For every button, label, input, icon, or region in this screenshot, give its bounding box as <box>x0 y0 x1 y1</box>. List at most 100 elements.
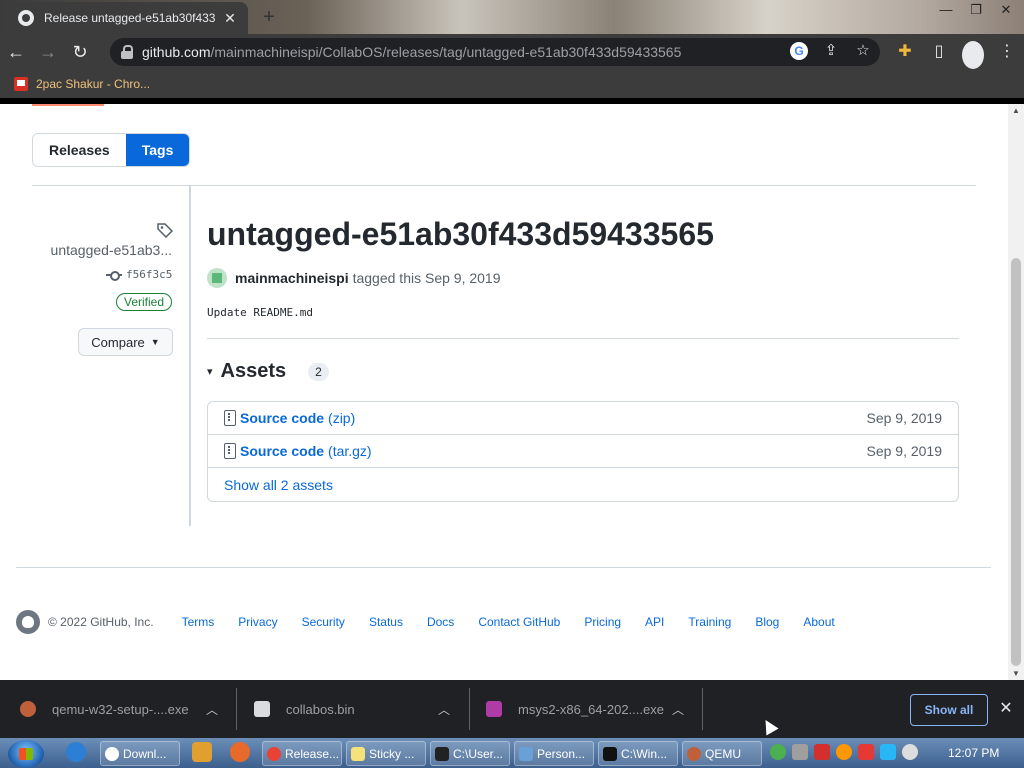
show-all-assets-link[interactable]: Show all 2 assets <box>208 468 958 501</box>
qemu-icon <box>687 746 701 761</box>
asset-link[interactable]: Source code <box>240 410 324 426</box>
subnav-releases[interactable]: Releases <box>33 134 126 166</box>
assets-header[interactable]: ▾ Assets 2 <box>207 360 329 383</box>
chrome-icon <box>267 746 281 761</box>
tray-display-icon[interactable] <box>880 744 896 760</box>
asset-ext[interactable]: (zip) <box>328 410 355 426</box>
footer-link-blog[interactable]: Blog <box>755 615 779 629</box>
taskbar-button[interactable]: Downl... <box>100 741 180 766</box>
new-tab-button[interactable]: + <box>258 6 280 28</box>
tray-check-icon[interactable] <box>814 744 830 760</box>
footer-link-training[interactable]: Training <box>688 615 731 629</box>
footer-link-about[interactable]: About <box>803 615 834 629</box>
release-title[interactable]: untagged-e51ab30f433d59433565 <box>207 216 714 253</box>
menu-kebab-icon[interactable]: ⋮ <box>996 38 1018 66</box>
taskbar-button[interactable]: Release... <box>262 741 342 766</box>
extensions-puzzle-icon[interactable]: ✚ <box>894 38 916 66</box>
share-icon[interactable]: ⇪ <box>822 42 840 60</box>
download-filename: msys2-x86_64-202....exe <box>518 701 664 717</box>
footer-link-contact[interactable]: Contact GitHub <box>478 615 560 629</box>
network-globe-icon[interactable] <box>770 744 786 760</box>
side-panel-icon[interactable]: ▯ <box>928 38 950 66</box>
url-text: github.com/mainmachineispi/CollabOS/rele… <box>142 44 682 60</box>
bookmark-star-icon[interactable]: ☆ <box>854 42 872 60</box>
show-all-downloads-button[interactable]: Show all <box>910 694 988 726</box>
sidebar-tag-link[interactable]: untagged-e51ab3... <box>48 242 172 258</box>
msys2-file-icon <box>486 701 502 717</box>
asset-date: Sep 9, 2019 <box>866 410 942 426</box>
scroll-thumb[interactable] <box>1011 258 1021 666</box>
chevron-up-icon[interactable]: ︿ <box>206 701 218 718</box>
subnav-tags[interactable]: Tags <box>125 134 190 166</box>
ie-icon[interactable] <box>66 742 86 762</box>
asset-ext[interactable]: (tar.gz) <box>328 443 372 459</box>
taskbar-clock[interactable]: 12:07 PM <box>948 746 999 760</box>
active-tab-underline <box>32 104 104 106</box>
chevron-up-icon[interactable]: ︿ <box>672 701 684 718</box>
minimize-icon[interactable]: — <box>936 2 956 18</box>
google-icon[interactable]: G <box>790 42 808 60</box>
author-link[interactable]: mainmachineispi <box>235 270 349 286</box>
sticky-notes-icon <box>351 746 365 761</box>
tab-close-icon[interactable]: ✕ <box>222 10 238 27</box>
browser-tab-active[interactable]: Release untagged-e51ab30f433d59433565 ✕ <box>8 2 248 34</box>
address-bar[interactable]: github.com/mainmachineispi/CollabOS/rele… <box>110 38 880 66</box>
tray-app-icon[interactable] <box>792 744 808 760</box>
commit-message: Update README.md <box>207 306 313 319</box>
tray-flag-icon[interactable] <box>858 744 874 760</box>
footer-link-api[interactable]: API <box>645 615 664 629</box>
chevron-up-icon[interactable]: ︿ <box>438 701 450 718</box>
footer-link-docs[interactable]: Docs <box>427 615 454 629</box>
page-scrollbar[interactable]: ▲ ▼ <box>1008 104 1024 680</box>
taskbar-button[interactable]: C:\Win... <box>598 741 678 766</box>
profile-avatar-icon[interactable] <box>962 41 984 69</box>
footer-link-security[interactable]: Security <box>302 615 345 629</box>
scroll-down-icon[interactable]: ▼ <box>1012 669 1020 678</box>
lock-icon[interactable] <box>120 45 134 59</box>
back-icon[interactable]: ← <box>0 36 32 68</box>
github-logo-icon[interactable] <box>16 610 40 634</box>
scroll-up-icon[interactable]: ▲ <box>1012 106 1020 115</box>
footer-link-pricing[interactable]: Pricing <box>584 615 621 629</box>
avatar[interactable] <box>207 268 227 288</box>
assets-label: Assets <box>220 360 287 382</box>
compare-button[interactable]: Compare ▼ <box>78 328 173 356</box>
start-button-icon[interactable] <box>8 740 44 768</box>
forward-icon[interactable]: → <box>32 36 64 68</box>
close-icon[interactable]: ✕ <box>996 698 1016 720</box>
volume-icon[interactable] <box>902 744 918 760</box>
7zip-icon <box>435 746 449 761</box>
download-filename: qemu-w32-setup-....exe <box>52 701 189 717</box>
footer-link-terms[interactable]: Terms <box>182 615 215 629</box>
tray-search-icon[interactable] <box>836 744 852 760</box>
chrome-icon <box>105 746 119 761</box>
download-item[interactable]: qemu-w32-setup-....exe ︿ <box>20 680 230 738</box>
bookmark-item[interactable]: 2pac Shakur - Chro... <box>36 77 150 91</box>
firefox-icon[interactable] <box>230 742 250 762</box>
commit-icon <box>106 270 122 281</box>
verified-badge[interactable]: Verified <box>116 293 173 311</box>
taskbar-button[interactable]: C:\User... <box>430 741 510 766</box>
file-icon <box>254 701 270 717</box>
taskbar-button[interactable]: Person... <box>514 741 594 766</box>
restore-icon[interactable]: ❐ <box>966 2 986 18</box>
download-item[interactable]: collabos.bin ︿ <box>254 680 462 738</box>
footer-link-privacy[interactable]: Privacy <box>238 615 277 629</box>
omnibox-actions: G ⇪ ☆ <box>790 42 872 60</box>
caret-down-icon: ▾ <box>207 366 213 378</box>
assets-count-badge: 2 <box>308 362 329 381</box>
toolbar-right: ✚ ▯ ⋮ <box>894 38 1018 69</box>
sidebar-commit-link[interactable]: f56f3c5 <box>106 268 172 281</box>
media-player-icon[interactable] <box>192 742 212 762</box>
github-release-page: Releases Tags untagged-e51ab3... f56f3c5… <box>0 104 1008 680</box>
footer-link-status[interactable]: Status <box>369 615 403 629</box>
download-item[interactable]: msys2-x86_64-202....exe ︿ <box>486 680 692 738</box>
reload-icon[interactable]: ↻ <box>64 36 96 68</box>
system-tray <box>770 744 918 760</box>
taskbar-button[interactable]: Sticky ... <box>346 741 426 766</box>
personalize-icon <box>519 746 533 761</box>
taskbar-button[interactable]: QEMU <box>682 741 762 766</box>
asset-link[interactable]: Source code <box>240 443 324 459</box>
list-item: Source code (tar.gz) Sep 9, 2019 <box>208 435 958 468</box>
window-close-icon[interactable]: ✕ <box>996 2 1016 18</box>
